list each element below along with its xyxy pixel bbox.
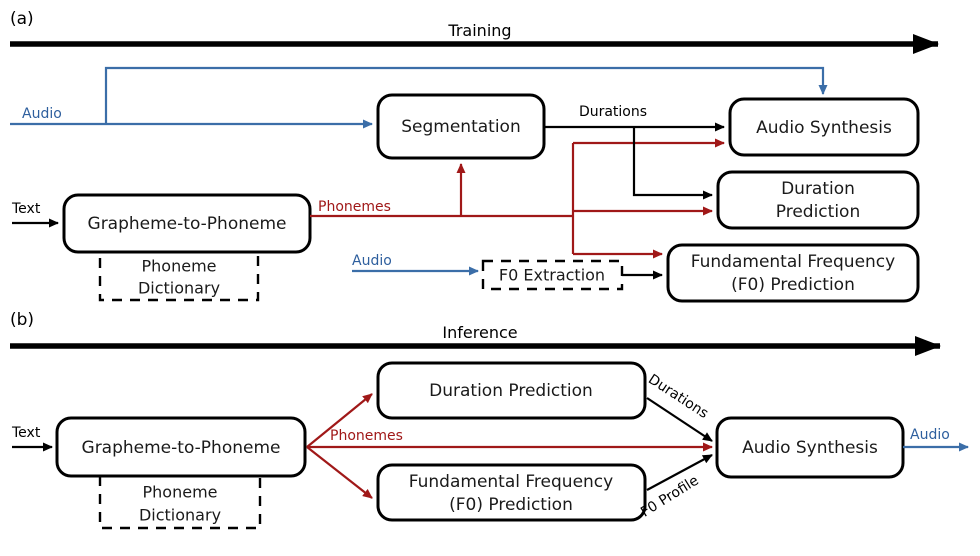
node-phoneme-dictionary-b-line1: Phoneme [143,483,218,502]
edge-label-f0-profile-b: F0 Profile [638,473,702,521]
node-f0-prediction-b-line2: (F0) Prediction [449,495,573,515]
pipeline-diagram: (a) Training Audio Text Phoneme Dictiona… [10,9,969,530]
node-f0-extraction-a-label: F0 Extraction [499,266,605,285]
node-grapheme-to-phoneme-b-label: Grapheme-to-Phoneme [82,438,281,458]
panel-a-label: (a) [10,9,34,29]
edge-phonemes-to-f0-prediction-b [306,446,373,499]
panel-b-phase-title: Inference [442,323,517,342]
edge-label-text-input-a: Text [11,201,41,217]
node-f0-prediction-b-line1: Fundamental Frequency [409,472,613,492]
node-f0-prediction-a-line2: (F0) Prediction [731,275,855,295]
node-phoneme-dictionary-a-line1: Phoneme [142,257,217,276]
figure-root: (a) Training Audio Text Phoneme Dictiona… [0,0,980,556]
panel-a: (a) Training Audio Text Phoneme Dictiona… [10,9,939,303]
node-duration-prediction-b-label: Duration Prediction [429,381,593,401]
node-duration-prediction-a-line1: Duration [781,179,855,199]
node-grapheme-to-phoneme-a-label: Grapheme-to-Phoneme [88,214,287,234]
node-audio-synthesis-a-label: Audio Synthesis [756,118,892,138]
panel-a-phase-title: Training [447,21,511,40]
panel-b: (b) Inference Text Phoneme Dictionary Gr… [10,310,969,530]
edge-label-audio-f0-a: Audio [352,253,392,269]
edge-label-text-input-b: Text [11,425,41,441]
edge-label-phonemes-a: Phonemes [318,199,391,215]
edge-label-audio-input-a: Audio [22,106,62,122]
edge-label-durations-b: Durations [645,371,711,422]
node-phoneme-dictionary-a-line2: Dictionary [138,279,220,298]
node-audio-synthesis-b-label: Audio Synthesis [742,438,878,458]
edge-label-durations-a: Durations [579,104,647,120]
panel-b-label: (b) [10,310,34,330]
node-duration-prediction-a-line2: Prediction [776,202,860,222]
edge-durations-to-duration-prediction-a [632,127,713,200]
edge-label-phonemes-b: Phonemes [330,428,403,444]
node-phoneme-dictionary-b-line2: Dictionary [139,506,221,525]
node-f0-prediction-a-line1: Fundamental Frequency [691,252,895,272]
edge-label-audio-output-b: Audio [910,427,950,443]
node-segmentation-a-label: Segmentation [401,117,520,137]
